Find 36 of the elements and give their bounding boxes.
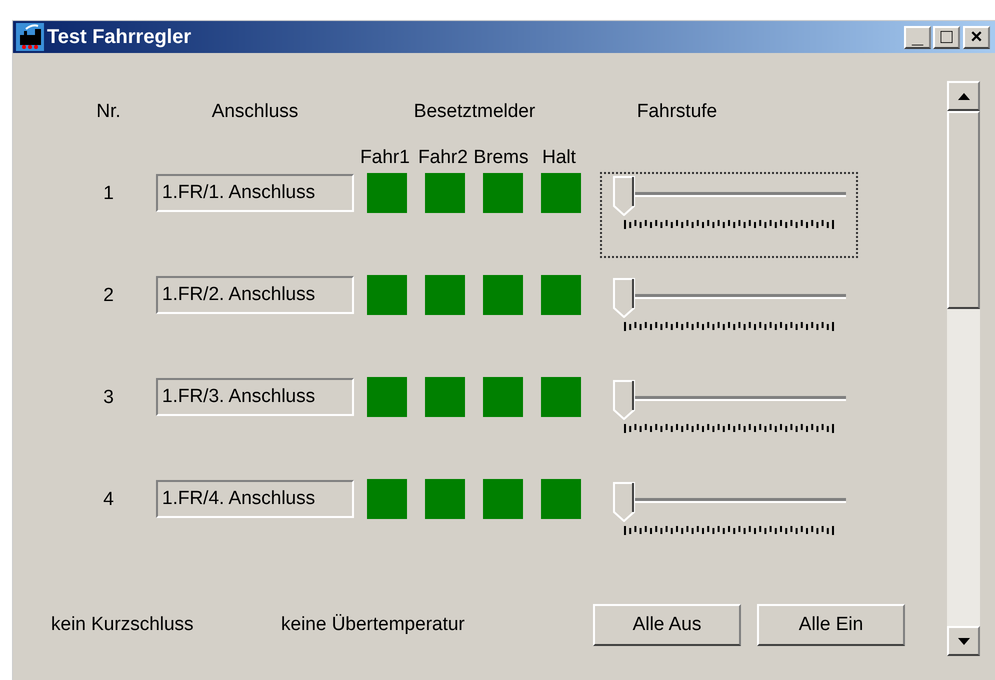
- column-header: Fahrstufe: [636, 100, 718, 124]
- detector-label: Halt: [541, 146, 577, 168]
- close-button[interactable]: ×: [963, 26, 990, 48]
- connection-field: 1.FR/1. Anschluss: [156, 174, 354, 212]
- connection-field: 1.FR/3. Anschluss: [156, 378, 354, 416]
- scroll-thumb[interactable]: [947, 111, 980, 309]
- slider[interactable]: [600, 172, 858, 258]
- up-arrow-icon: [958, 92, 970, 100]
- scroll-up-button[interactable]: [947, 81, 980, 111]
- locomotive-icon: [16, 23, 44, 51]
- slider-thumb[interactable]: [613, 482, 635, 522]
- row-number: 1: [102, 182, 115, 206]
- row-number: 3: [102, 386, 115, 410]
- connection-field: 1.FR/2. Anschluss: [156, 276, 354, 314]
- row-number: 2: [102, 284, 115, 308]
- connection-field: 1.FR/4. Anschluss: [156, 480, 354, 518]
- column-header: Anschluss: [210, 100, 300, 124]
- window-title: Test Fahrregler: [47, 25, 192, 50]
- detector-label: Brems: [473, 146, 529, 168]
- minimize-button[interactable]: _: [904, 26, 931, 48]
- action-button[interactable]: Alle Ein: [757, 604, 905, 646]
- column-header: Besetztmelder: [412, 100, 536, 124]
- status-text: keine Übertemperatur: [281, 612, 466, 637]
- slider-thumb[interactable]: [613, 380, 635, 420]
- slider-thumb[interactable]: [613, 176, 635, 216]
- scrollbar[interactable]: [947, 81, 980, 656]
- slider-thumb[interactable]: [613, 278, 635, 318]
- detector-label: Fahr2: [417, 146, 469, 168]
- down-arrow-icon: [958, 638, 970, 644]
- detector-label: Fahr1: [359, 146, 411, 168]
- status-text: kein Kurzschluss: [51, 612, 195, 637]
- row-number: 4: [102, 488, 115, 512]
- maximize-button[interactable]: □: [933, 26, 960, 48]
- column-header: Nr.: [95, 100, 122, 124]
- action-button[interactable]: Alle Aus: [593, 604, 741, 646]
- scroll-down-button[interactable]: [947, 626, 980, 656]
